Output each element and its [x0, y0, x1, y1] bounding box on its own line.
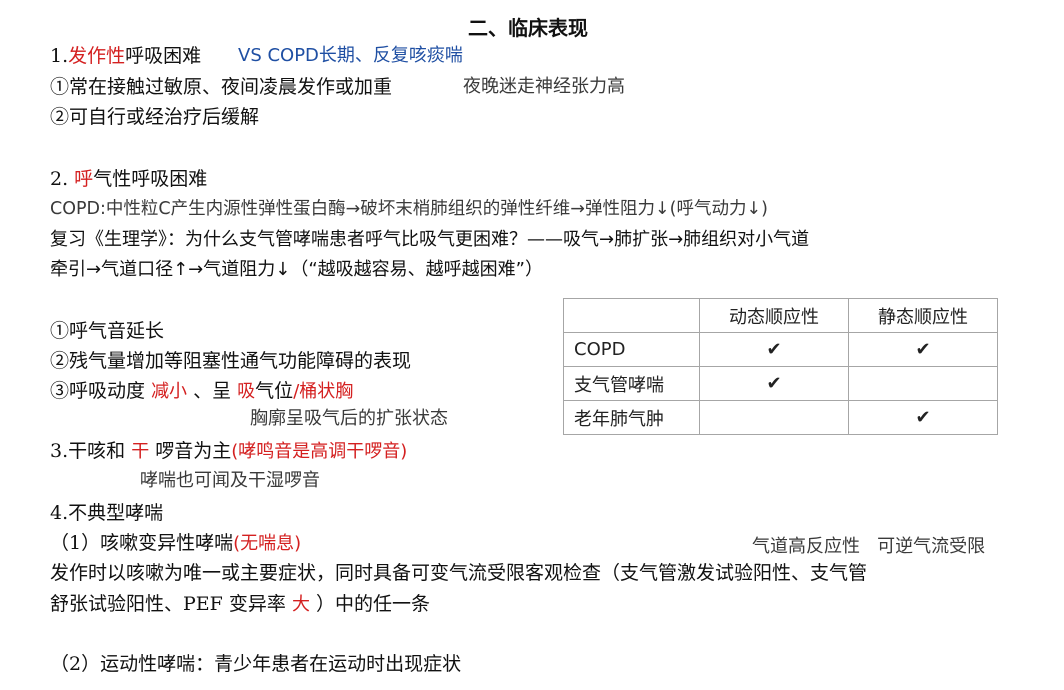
- section-1-vs-note: VS COPD长期、反复咳痰喘: [238, 45, 463, 66]
- section-1-highlight: 发作性: [68, 45, 126, 67]
- empty-cell: [699, 400, 849, 435]
- section-2-rest: 气性呼吸困难: [93, 168, 208, 190]
- section-1-point-1: ①常在接触过敏原、夜间凌晨发作或加重: [50, 76, 393, 98]
- check-icon: ✔: [699, 366, 849, 401]
- section-2-point-2: ②残气量增加等阻塞性通气功能障碍的表现: [50, 350, 412, 372]
- desc-2-text-a: 舒张试验阳性、PEF 变异率: [50, 593, 286, 615]
- side-note: 气道高反应性 可逆气流受限: [752, 536, 986, 557]
- point-3-text-a: ③呼吸动度: [50, 380, 146, 402]
- section-2-point-3: ③呼吸动度 减小 、呈 吸气位/桶状胸: [50, 378, 353, 405]
- section-3-wheeze-note: (哮鸣音是高调干啰音): [231, 441, 408, 462]
- section-4-sub-1: （1）咳嗽变异性哮喘(无喘息): [50, 530, 301, 557]
- section-1-heading: 1.发作性呼吸困难: [50, 43, 201, 69]
- table-row-label: 支气管哮喘: [563, 366, 700, 401]
- section-3-note: 哮喘也可闻及干湿啰音: [140, 470, 320, 491]
- table-header-static: 静态顺应性: [848, 298, 998, 333]
- section-4-sub-2: （2）运动性哮喘：青少年患者在运动时出现症状: [50, 653, 462, 675]
- check-icon: ✔: [848, 400, 998, 435]
- point-3-reduced: 减小: [151, 381, 188, 402]
- point-3-text-e: 气位: [255, 380, 294, 402]
- section-4-desc-line-2: 舒张试验阳性、PEF 变异率 大 ）中的任一条: [50, 591, 430, 618]
- section-4-heading: 4.不典型哮喘: [50, 502, 164, 524]
- desc-2-text-c: ）中的任一条: [315, 593, 430, 615]
- section-3-text-c: 啰音为主: [155, 440, 232, 462]
- section-1-point-2: ②可自行或经治疗后缓解: [50, 106, 260, 128]
- section-1-point-1-note: 夜晚迷走神经张力高: [463, 76, 625, 97]
- section-2-point-1: ①呼气音延长: [50, 320, 165, 342]
- table-row-label: COPD: [563, 332, 700, 367]
- table-header-dynamic: 动态顺应性: [699, 298, 849, 333]
- check-icon: ✔: [848, 332, 998, 367]
- table-row: COPD ✔ ✔: [563, 332, 998, 367]
- section-1-number: 1.: [50, 45, 69, 67]
- section-1-rest: 呼吸困难: [125, 45, 202, 67]
- section-3-dry: 干: [131, 441, 150, 462]
- desc-2-large: 大: [291, 594, 310, 615]
- compliance-table: 动态顺应性 静态顺应性 COPD ✔ ✔ 支气管哮喘 ✔ 老年肺气肿 ✔: [563, 298, 998, 435]
- point-3-text-c: 、呈: [193, 380, 232, 402]
- physiology-review-line-2: 牵引→气道口径↑→气道阻力↓（“越吸越容易、越呼越困难”）: [50, 259, 543, 280]
- section-2-number: 2.: [50, 168, 75, 190]
- table-header-row: 动态顺应性 静态顺应性: [563, 298, 998, 333]
- table-row: 支气管哮喘 ✔: [563, 366, 998, 401]
- section-2-heading: 2. 呼气性呼吸困难: [50, 166, 207, 192]
- copd-mechanism-note: COPD:中性粒C产生内源性弹性蛋白酶→破坏末梢肺组织的弹性纤维→弹性阻力↓(呼…: [50, 199, 768, 219]
- check-icon: ✔: [699, 332, 849, 367]
- section-3-text-a: 3.干咳和: [50, 440, 126, 462]
- point-3-inspiratory: 吸: [237, 381, 256, 402]
- no-wheezing-note: (无喘息): [233, 533, 302, 554]
- section-2-highlight: 呼: [74, 168, 94, 190]
- point-3-barrel-chest: /桶状胸: [293, 381, 354, 402]
- section-2-point-3-note: 胸廓呈吸气后的扩张状态: [250, 408, 448, 429]
- physiology-review-line-1: 复习《生理学》：为什么支气管哮喘患者呼气比吸气更困难？——吸气→肺扩张→肺组织对…: [50, 229, 810, 250]
- table-row-label: 老年肺气肿: [563, 400, 700, 435]
- cough-variant-asthma: （1）咳嗽变异性哮喘: [50, 532, 234, 554]
- section-3-heading: 3.干咳和 干 啰音为主(哮鸣音是高调干啰音): [50, 438, 407, 465]
- table-row: 老年肺气肿 ✔: [563, 400, 998, 435]
- table-header-empty: [563, 298, 700, 333]
- empty-cell: [848, 366, 998, 401]
- page-title: 二、临床表现: [468, 16, 588, 40]
- section-4-desc-line-1: 发作时以咳嗽为唯一或主要症状，同时具备可变气流受限客观检查（支气管激发试验阳性、…: [50, 562, 868, 584]
